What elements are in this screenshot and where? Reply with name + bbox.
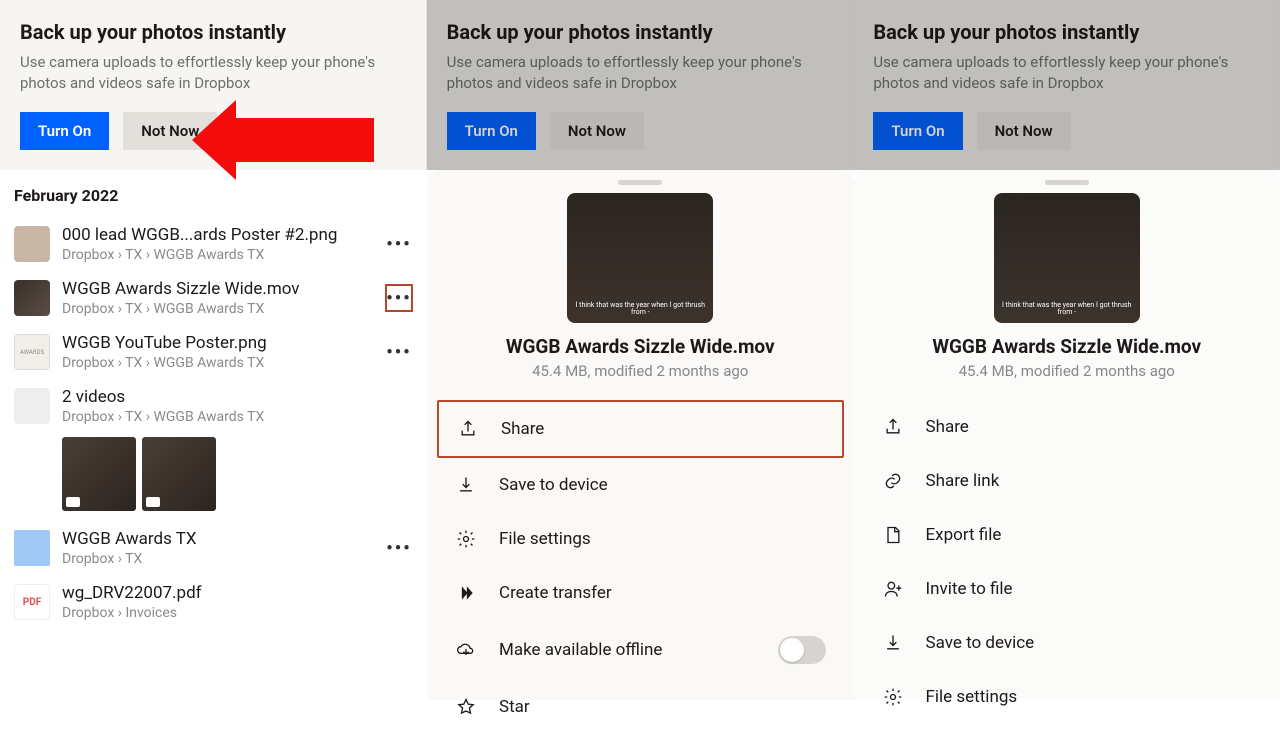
- action-sheet-a: I think that was the year when I got thr…: [427, 170, 854, 700]
- share-icon: [882, 416, 904, 438]
- backup-banner-dimmed: Back up your photos instantly Use camera…: [853, 0, 1280, 170]
- folder-icon: [14, 530, 50, 566]
- panel-title: WGGB Awards Sizzle Wide.mov: [854, 335, 1280, 358]
- video-thumb[interactable]: [142, 437, 216, 511]
- action-gear[interactable]: File settings: [864, 670, 1271, 724]
- video-thumb[interactable]: [62, 437, 136, 511]
- action-gear[interactable]: File settings: [437, 512, 844, 566]
- annotation-arrow: [234, 118, 374, 162]
- file-thumbnail: [14, 226, 50, 262]
- section-header: February 2022: [4, 180, 423, 217]
- link-icon: [882, 470, 904, 492]
- cloud-icon: [455, 639, 477, 661]
- drag-handle[interactable]: [1045, 180, 1089, 185]
- invite-icon: [882, 578, 904, 600]
- action-share[interactable]: Share: [864, 400, 1271, 454]
- action-link[interactable]: Share link: [864, 454, 1271, 508]
- action-share[interactable]: Share: [437, 400, 844, 458]
- action-export[interactable]: Export file: [864, 508, 1271, 562]
- list-item[interactable]: PDF wg_DRV22007.pdf Dropbox › Invoices: [4, 575, 423, 629]
- more-icon[interactable]: •••: [385, 534, 413, 562]
- more-icon-highlighted[interactable]: •••: [385, 284, 413, 312]
- action-download[interactable]: Save to device: [437, 458, 844, 512]
- panel-title: WGGB Awards Sizzle Wide.mov: [427, 335, 854, 358]
- list-item[interactable]: WGGB Awards TX Dropbox › TX •••: [4, 521, 423, 575]
- file-preview[interactable]: I think that was the year when I got thr…: [994, 193, 1140, 323]
- gear-icon: [455, 528, 477, 550]
- file-thumbnail: AWARDS: [14, 334, 50, 370]
- list-item[interactable]: WGGB Awards Sizzle Wide.mov Dropbox › TX…: [4, 271, 423, 325]
- offline-toggle[interactable]: [778, 636, 826, 664]
- share-icon: [457, 418, 479, 440]
- list-item[interactable]: 000 lead WGGB...ards Poster #2.png Dropb…: [4, 217, 423, 271]
- more-icon[interactable]: •••: [385, 338, 413, 366]
- pdf-icon: PDF: [14, 584, 50, 620]
- more-icon[interactable]: •••: [385, 230, 413, 258]
- backup-banner-dimmed: Back up your photos instantly Use camera…: [427, 0, 854, 170]
- file-list-panel: February 2022 000 lead WGGB...ards Poste…: [0, 170, 427, 700]
- gear-icon: [882, 686, 904, 708]
- group-thumbnail: [14, 388, 50, 424]
- banner-title: Back up your photos instantly: [20, 20, 406, 44]
- turn-on-button[interactable]: Turn On: [20, 112, 109, 150]
- star-icon: [455, 696, 477, 718]
- banner-desc: Use camera uploads to effortlessly keep …: [20, 52, 406, 94]
- action-download[interactable]: Save to device: [864, 616, 1271, 670]
- file-thumbnail: [14, 280, 50, 316]
- action-sheet-b: I think that was the year when I got thr…: [854, 170, 1280, 700]
- action-invite[interactable]: Invite to file: [864, 562, 1271, 616]
- action-star[interactable]: Star: [437, 680, 844, 734]
- download-icon: [455, 474, 477, 496]
- video-thumbnails: [4, 433, 423, 521]
- panel-meta: 45.4 MB, modified 2 months ago: [854, 362, 1280, 380]
- action-transfer[interactable]: Create transfer: [437, 566, 844, 620]
- download-icon: [882, 632, 904, 654]
- action-cloud[interactable]: Make available offline: [437, 620, 844, 680]
- list-item[interactable]: 2 videos Dropbox › TX › WGGB Awards TX: [4, 379, 423, 433]
- transfer-icon: [455, 582, 477, 604]
- panel-meta: 45.4 MB, modified 2 months ago: [427, 362, 854, 380]
- drag-handle[interactable]: [618, 180, 662, 185]
- export-icon: [882, 524, 904, 546]
- file-preview[interactable]: I think that was the year when I got thr…: [567, 193, 713, 323]
- list-item[interactable]: AWARDS WGGB YouTube Poster.png Dropbox ›…: [4, 325, 423, 379]
